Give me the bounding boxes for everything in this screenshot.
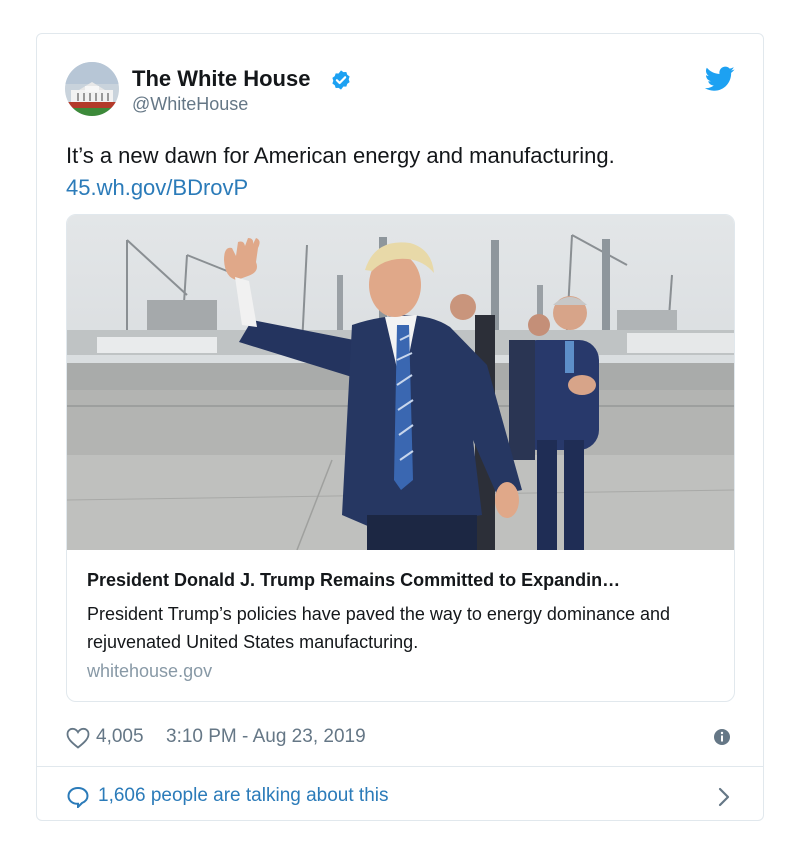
- like-count[interactable]: 4,005: [96, 726, 144, 748]
- author-handle[interactable]: @WhiteHouse: [132, 94, 248, 115]
- heart-icon[interactable]: [66, 727, 90, 749]
- tweet-timestamp[interactable]: 3:10 PM - Aug 23, 2019: [166, 726, 366, 748]
- embedded-tweet-card: The White House @WhiteHouse It’s a new d…: [36, 33, 764, 821]
- conversation-text[interactable]: 1,606 people are talking about this: [98, 785, 389, 807]
- verified-badge-icon: [332, 70, 350, 90]
- reply-bubble-icon: [67, 786, 89, 808]
- twitter-bird-icon[interactable]: [705, 66, 735, 92]
- tweet-link[interactable]: 45.wh.gov/BDrovP: [66, 172, 615, 204]
- conversation-link[interactable]: 1,606 people are talking about this: [66, 784, 736, 812]
- link-card-domain: whitehouse.gov: [87, 661, 213, 681]
- link-card-title[interactable]: President Donald J. Trump Remains Commit…: [87, 570, 717, 591]
- chevron-right-icon[interactable]: [716, 786, 732, 808]
- info-icon[interactable]: [713, 728, 731, 746]
- tweet-stats: 4,005 3:10 PM - Aug 23, 2019: [66, 724, 736, 754]
- link-card-description: President Trump’s policies have paved th…: [87, 604, 671, 652]
- tweet-body: It’s a new dawn for American energy and …: [66, 140, 615, 204]
- author-name[interactable]: The White House: [132, 66, 310, 92]
- link-preview-card[interactable]: President Donald J. Trump Remains Commit…: [66, 214, 735, 702]
- tweet-text: It’s a new dawn for American energy and …: [66, 143, 615, 168]
- link-preview-photo[interactable]: [67, 215, 734, 550]
- avatar[interactable]: [65, 62, 119, 116]
- divider: [37, 766, 763, 767]
